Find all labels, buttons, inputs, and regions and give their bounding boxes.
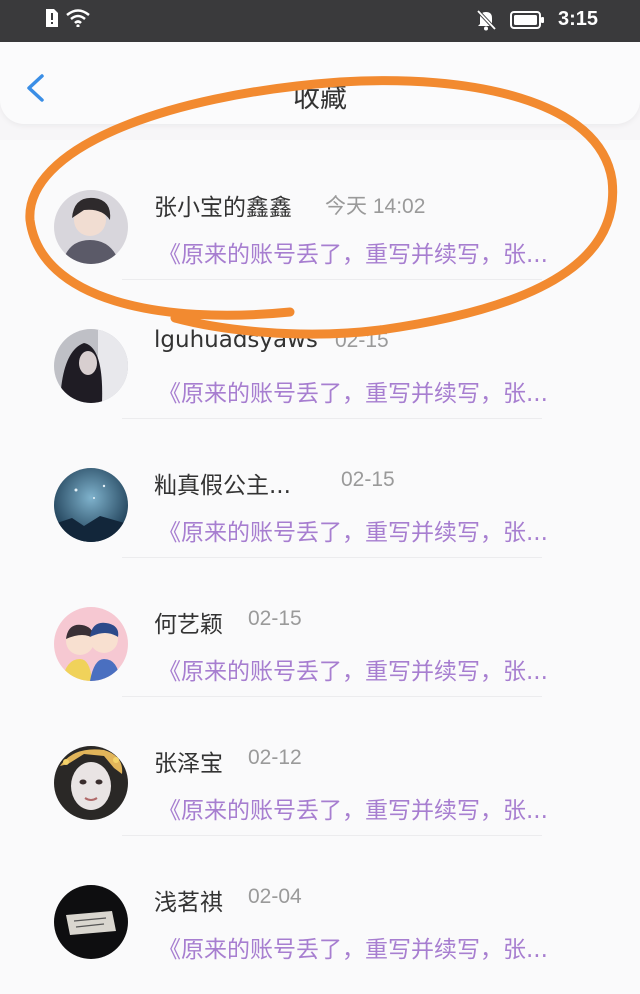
list-item[interactable]: 张小宝的鑫鑫 今天 14:02 《原来的账号丢了，重写并续写，张... [0,140,640,280]
item-time: 02-15 [335,329,389,352]
avatar-image [54,885,128,959]
list-item[interactable]: 浅茗祺 02-04 《原来的账号丢了，重写并续写，张... [0,835,640,974]
avatar[interactable] [54,885,128,959]
list-item[interactable]: 何艺颖 02-15 《原来的账号丢了，重写并续写，张... [0,557,640,697]
nav-header: 收藏 [0,42,640,124]
status-right-icons: 3:15 [476,8,598,31]
avatar[interactable] [54,746,128,820]
avatar[interactable] [54,468,128,542]
avatar[interactable] [54,607,128,681]
avatar-image [54,607,128,681]
item-name: 籼真假公主... [154,473,291,499]
item-name: 张小宝的鑫鑫 [154,195,292,221]
avatar[interactable] [54,190,128,264]
item-name: 何艺颖 [154,612,223,638]
item-time: 02-15 [248,607,302,630]
list-item[interactable]: 籼真假公主... 02-15 《原来的账号丢了，重写并续写，张... [0,418,640,558]
item-name: 浅茗祺 [154,890,223,916]
item-name: lguhuadsyaws [154,327,318,353]
avatar-image [54,468,128,542]
item-preview[interactable]: 《原来的账号丢了，重写并续写，张... [158,652,588,686]
status-bar: 3:15 [0,0,640,42]
list-item[interactable]: lguhuadsyaws 02-15 《原来的账号丢了，重写并续写，张... [0,279,640,419]
sim-alert-icon [46,9,58,27]
battery-icon [509,10,544,29]
avatar-image [54,746,128,820]
item-time: 今天 14:02 [325,195,426,218]
item-time: 02-15 [341,468,395,491]
item-preview[interactable]: 《原来的账号丢了，重写并续写，张... [158,791,588,825]
avatar[interactable] [54,329,128,403]
status-left-icons [44,9,90,27]
item-preview[interactable]: 《原来的账号丢了，重写并续写，张... [158,235,588,269]
item-preview[interactable]: 《原来的账号丢了，重写并续写，张... [158,374,588,408]
item-name: 张泽宝 [154,751,223,777]
page-title: 收藏 [293,83,347,114]
avatar-image [54,329,128,403]
item-preview[interactable]: 《原来的账号丢了，重写并续写，张... [158,513,588,547]
mute-bell-icon [476,9,496,30]
favorites-list: 张小宝的鑫鑫 今天 14:02 《原来的账号丢了，重写并续写，张... lguh… [0,140,640,994]
list-item[interactable]: 张泽宝 02-12 《原来的账号丢了，重写并续写，张... [0,696,640,836]
item-time: 02-12 [248,746,302,769]
avatar-image [54,190,128,264]
item-preview[interactable]: 《原来的账号丢了，重写并续写，张... [158,930,588,964]
wifi-icon [66,9,90,27]
status-time: 3:15 [557,8,598,30]
item-time: 02-04 [248,885,302,908]
